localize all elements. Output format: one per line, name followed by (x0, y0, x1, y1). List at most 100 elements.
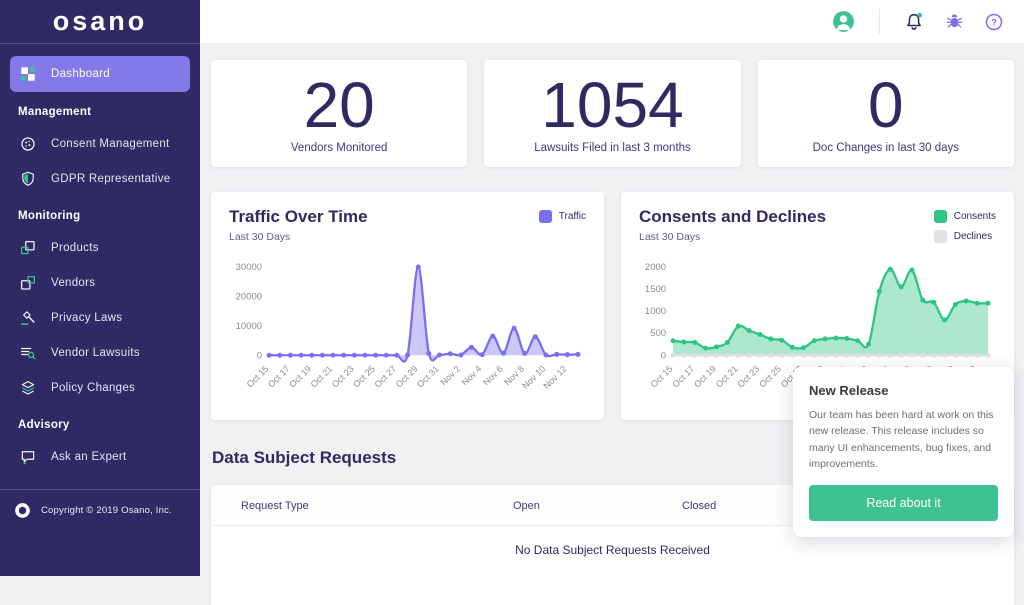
sidebar-item-label: Vendors (51, 277, 95, 289)
svg-text:Oct 15: Oct 15 (649, 364, 675, 390)
chart-title: Traffic Over Time (229, 207, 368, 227)
chat-bubble-icon (18, 448, 38, 466)
help-icon[interactable]: ? (984, 12, 1004, 32)
bell-icon[interactable] (903, 11, 925, 33)
column-header-closed: Closed (682, 500, 716, 512)
sidebar-item-policy-changes[interactable]: Policy Changes (10, 371, 190, 405)
legend-swatch (934, 230, 947, 243)
chart-legend: Consents Declines (934, 210, 996, 243)
sidebar-nav: Dashboard Management Consent Management … (0, 44, 200, 475)
overlapping-squares-icon (18, 239, 38, 257)
stat-label: Doc Changes in last 30 days (813, 142, 959, 154)
sidebar-item-label: GDPR Representative (51, 173, 170, 185)
shield-icon (18, 170, 38, 188)
sidebar-item-vendor-lawsuits[interactable]: Vendor Lawsuits (10, 336, 190, 370)
copyright-text: Copyright © 2019 Osano, Inc. (41, 505, 172, 516)
stats-row: 20 Vendors Monitored 1054 Lawsuits Filed… (211, 60, 1014, 167)
svg-text:30000: 30000 (236, 262, 262, 273)
sidebar: osano Dashboard Management Consent Manag… (0, 0, 200, 576)
popup-title: New Release (809, 383, 998, 398)
read-about-it-button[interactable]: Read about it (809, 485, 998, 521)
sidebar-item-ask-an-expert[interactable]: Ask an Expert (10, 440, 190, 474)
legend-item-declines: Declines (934, 230, 996, 243)
sidebar-item-label: Products (51, 242, 99, 254)
svg-text:Oct 21: Oct 21 (714, 364, 740, 390)
sidebar-item-label: Privacy Laws (51, 312, 122, 324)
sidebar-section-advisory: Advisory (10, 406, 190, 440)
sidebar-item-label: Consent Management (51, 138, 170, 150)
sidebar-item-privacy-laws[interactable]: Privacy Laws (10, 301, 190, 335)
chart-header: Traffic Over Time Last 30 Days Traffic (229, 207, 586, 243)
sidebar-footer: Copyright © 2019 Osano, Inc. (0, 489, 200, 520)
sidebar-item-consent-management[interactable]: Consent Management (10, 127, 190, 161)
chart-legend: Traffic (539, 210, 586, 223)
svg-text:0: 0 (661, 350, 666, 361)
sidebar-item-gdpr-representative[interactable]: GDPR Representative (10, 162, 190, 196)
svg-text:Oct 31: Oct 31 (415, 364, 441, 390)
svg-text:Oct 23: Oct 23 (330, 364, 356, 390)
svg-text:?: ? (991, 17, 997, 27)
svg-text:1000: 1000 (645, 306, 666, 317)
chart-header: Consents and Declines Last 30 Days Conse… (639, 207, 996, 243)
svg-text:20000: 20000 (236, 291, 262, 302)
popup-body: Our team has been hard at work on this n… (809, 407, 998, 472)
sidebar-section-monitoring: Monitoring (10, 197, 190, 231)
chart-title: Consents and Declines (639, 207, 826, 227)
svg-text:Nov 4: Nov 4 (460, 364, 484, 388)
list-search-icon (18, 344, 38, 362)
legend-item-traffic: Traffic (539, 210, 586, 223)
traffic-chart-card: Traffic Over Time Last 30 Days Traffic 0… (211, 192, 604, 420)
overlapping-squares-alt-icon (18, 274, 38, 292)
legend-label: Declines (954, 231, 992, 242)
svg-text:Oct 25: Oct 25 (351, 364, 377, 390)
osano-dashboard-app: osano Dashboard Management Consent Manag… (0, 0, 1024, 576)
sidebar-section-management: Management (10, 93, 190, 127)
copyright: Copyright © 2019 Osano, Inc. (0, 490, 200, 520)
sidebar-item-label: Dashboard (51, 68, 110, 80)
user-avatar-icon[interactable] (831, 9, 856, 34)
svg-text:Oct 17: Oct 17 (266, 364, 292, 390)
svg-text:Nov 12: Nov 12 (541, 364, 568, 391)
column-header-open: Open (513, 500, 682, 512)
legend-swatch (934, 210, 947, 223)
layers-icon (18, 379, 38, 397)
cookie-icon (18, 135, 38, 153)
sidebar-item-label: Vendor Lawsuits (51, 347, 140, 359)
svg-text:Oct 27: Oct 27 (372, 364, 398, 390)
osano-logo: osano (0, 0, 200, 43)
bug-icon[interactable] (945, 12, 964, 31)
sidebar-item-label: Policy Changes (51, 382, 135, 394)
svg-text:0: 0 (257, 350, 262, 361)
new-release-popup: New Release Our team has been hard at wo… (793, 367, 1014, 537)
stat-label: Vendors Monitored (291, 142, 388, 154)
legend-label: Traffic (559, 211, 586, 222)
stat-value: 1054 (541, 73, 683, 137)
topbar-divider (879, 9, 880, 34)
legend-label: Consents (954, 211, 996, 222)
traffic-line-chart: 0100002000030000Oct 15Oct 17Oct 19Oct 21… (229, 257, 586, 409)
chart-subtitle: Last 30 Days (229, 231, 368, 243)
svg-text:10000: 10000 (236, 321, 262, 332)
sidebar-item-vendors[interactable]: Vendors (10, 266, 190, 300)
legend-swatch (539, 210, 552, 223)
stat-card-vendors-monitored: 20 Vendors Monitored (211, 60, 467, 167)
svg-text:Oct 23: Oct 23 (736, 364, 762, 390)
stat-card-doc-changes: 0 Doc Changes in last 30 days (758, 60, 1014, 167)
gavel-icon (18, 309, 38, 327)
stat-card-lawsuits-filed: 1054 Lawsuits Filed in last 3 months (484, 60, 740, 167)
dashboard-grid-icon (18, 65, 38, 83)
stat-label: Lawsuits Filed in last 3 months (534, 142, 691, 154)
svg-text:Oct 25: Oct 25 (757, 364, 783, 390)
svg-text:Oct 15: Oct 15 (245, 364, 271, 390)
chart-subtitle: Last 30 Days (639, 231, 826, 243)
sidebar-item-label: Ask an Expert (51, 451, 127, 463)
sidebar-item-products[interactable]: Products (10, 231, 190, 265)
svg-text:Oct 29: Oct 29 (394, 364, 420, 390)
svg-text:500: 500 (650, 328, 666, 339)
osano-mark-icon (12, 501, 32, 520)
svg-text:2000: 2000 (645, 262, 666, 273)
svg-text:Oct 21: Oct 21 (309, 364, 335, 390)
stat-value: 0 (868, 73, 904, 137)
column-header-request-type: Request Type (241, 500, 513, 512)
sidebar-item-dashboard[interactable]: Dashboard (10, 56, 190, 92)
